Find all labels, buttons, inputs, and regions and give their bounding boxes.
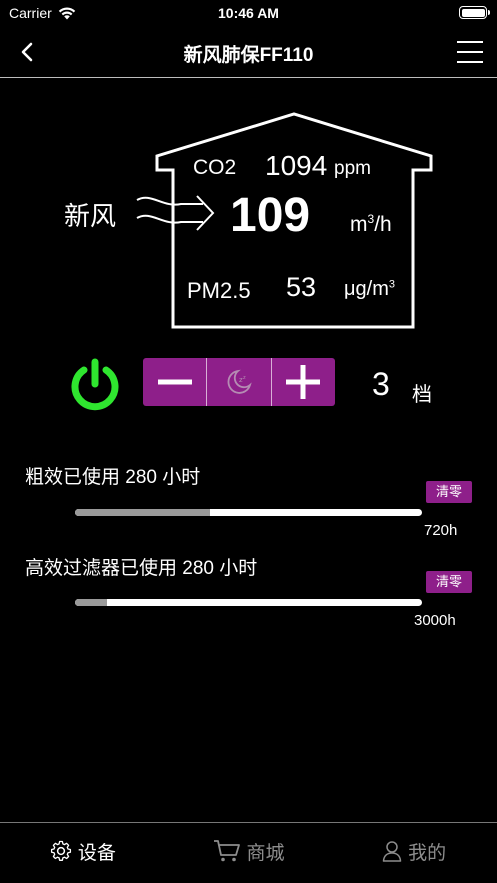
airflow-unit-base: m	[350, 213, 368, 236]
hepa-filter-clear-button[interactable]: 清零	[426, 571, 472, 593]
power-button[interactable]	[66, 356, 124, 414]
tab-profile[interactable]: 我的	[331, 823, 497, 883]
tab-devices[interactable]: 设备	[0, 823, 166, 883]
airflow-value: 109	[230, 189, 311, 242]
status-bar: Carrier 10:46 AM	[0, 0, 497, 26]
co2-unit: ppm	[334, 158, 371, 179]
tab-shop-label: 商城	[246, 842, 285, 864]
tab-devices-label: 设备	[77, 842, 116, 864]
coarse-filter-max: 720h	[424, 522, 458, 539]
person-icon	[382, 841, 402, 862]
decrease-button[interactable]	[143, 358, 206, 406]
menu-icon[interactable]	[457, 41, 483, 63]
menu-line	[457, 61, 483, 63]
cart-icon	[213, 840, 240, 862]
tab-bar: 设备 商城 我的	[0, 822, 497, 883]
plus-icon	[286, 365, 321, 399]
pm25-value: 53	[286, 272, 317, 302]
coarse-filter-clear-button[interactable]: 清零	[426, 481, 472, 503]
svg-text:z: z	[243, 375, 246, 381]
fan-level-value: 3	[372, 366, 390, 402]
menu-line	[457, 41, 483, 43]
coarse-filter-progress-fill	[75, 509, 211, 516]
hepa-filter-progress-fill	[75, 599, 108, 606]
hepa-filter-label: 高效过滤器已使用 280 小时	[25, 558, 258, 579]
airflow-unit: m3/h	[350, 212, 392, 237]
pm25-unit: μg/m3	[344, 278, 395, 301]
battery-icon	[459, 6, 490, 19]
airflow-unit-tail: /h	[374, 213, 392, 236]
hepa-filter-max: 3000h	[414, 612, 456, 629]
co2-label: CO2	[193, 156, 237, 179]
increase-button[interactable]	[270, 358, 335, 406]
menu-line	[457, 51, 483, 53]
nav-bar: 新风肺保FF110	[0, 26, 497, 78]
page-title: 新风肺保FF110	[183, 45, 314, 66]
tab-profile-label: 我的	[408, 842, 447, 864]
airflow-arrow-icon	[136, 195, 215, 231]
fresh-air-label: 新风	[64, 201, 117, 231]
battery-level	[461, 8, 485, 17]
minus-icon	[157, 379, 192, 385]
hepa-filter-progress	[75, 599, 422, 606]
co2-value: 1094	[265, 150, 328, 181]
pm25-label: PM2.5	[187, 278, 251, 303]
tab-shop[interactable]: 商城	[166, 823, 332, 883]
sleep-mode-button[interactable]: z z	[206, 358, 270, 406]
fan-level-unit: 档	[412, 384, 432, 406]
pm25-unit-base: μg/m	[344, 278, 389, 300]
pm25-unit-exp: 3	[388, 278, 395, 291]
coarse-filter-label: 粗效已使用 280 小时	[25, 467, 201, 488]
gear-icon	[50, 840, 71, 861]
moon-icon: z z	[227, 369, 252, 394]
status-time: 10:46 AM	[218, 5, 279, 21]
coarse-filter-progress	[75, 509, 422, 516]
fan-control-group: z z	[143, 358, 335, 406]
